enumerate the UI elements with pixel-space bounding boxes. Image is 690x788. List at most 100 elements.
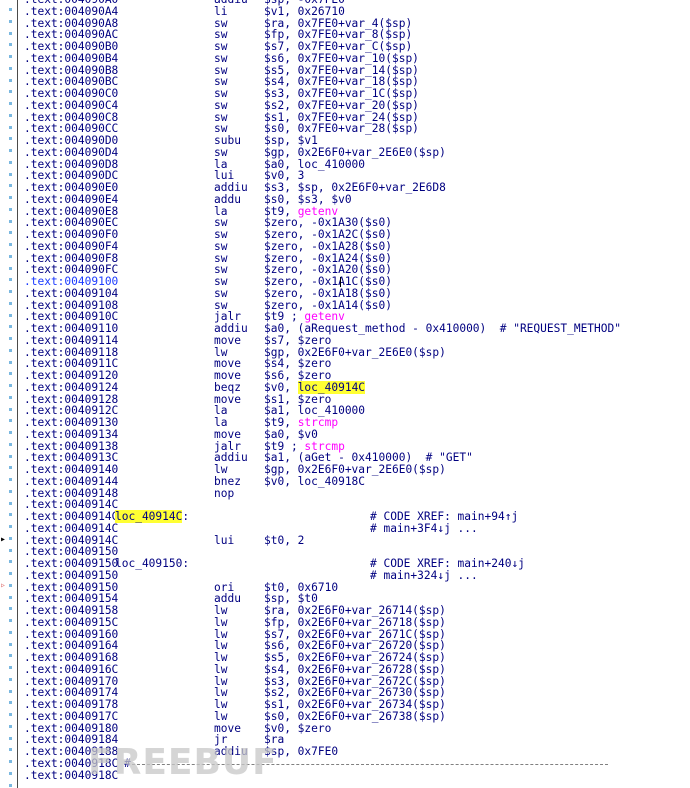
address[interactable]: .text:004090C4 bbox=[24, 99, 118, 112]
breakpoint-dot[interactable] bbox=[9, 513, 12, 517]
breakpoint-dot[interactable] bbox=[9, 278, 12, 282]
code-line[interactable]: .text:0040914C # main+3F4↓j ... bbox=[24, 522, 690, 535]
breakpoint-dot[interactable] bbox=[9, 149, 12, 152]
breakpoint-dot[interactable] bbox=[9, 454, 12, 458]
address[interactable]: .text:004090A4 bbox=[24, 5, 118, 18]
mnemonic[interactable]: lw bbox=[214, 464, 227, 476]
breakpoint-dot[interactable] bbox=[9, 572, 12, 575]
breakpoint-dot[interactable] bbox=[9, 783, 12, 787]
code-line[interactable]: .text:0040914C loc_40914C: # CODE XREF: ma… bbox=[24, 510, 690, 523]
breakpoint-dot[interactable] bbox=[9, 55, 12, 58]
code-line[interactable]: .text:00409150 # main+324↓j ... bbox=[24, 569, 690, 582]
address[interactable]: .text:00409158 bbox=[24, 605, 118, 617]
breakpoint-dot[interactable] bbox=[9, 666, 12, 669]
code-line[interactable]: .text:0040917C lw $s0, 0x2E6F0+var_26738($… bbox=[24, 710, 690, 723]
address[interactable]: .text:00409150 bbox=[24, 569, 118, 582]
mnemonic[interactable]: lw bbox=[214, 652, 227, 664]
breakpoint-dot[interactable] bbox=[9, 348, 12, 352]
code-label[interactable]: loc_409150: bbox=[115, 558, 189, 570]
code-line[interactable]: .text:0040911C move $s4, $zero bbox=[24, 358, 690, 370]
breakpoint-dot[interactable] bbox=[9, 172, 12, 176]
breakpoint-dot[interactable] bbox=[9, 219, 12, 223]
breakpoint-dot[interactable] bbox=[9, 43, 12, 47]
address[interactable]: .text:0040914C bbox=[24, 511, 118, 523]
address[interactable]: .text:00409120 bbox=[24, 370, 118, 382]
code-line[interactable]: .text:004090CC sw $s0, 0x7FE0+var_28($sp) bbox=[24, 123, 690, 135]
code-line[interactable]: .text:00409134 move $a0, $v0 bbox=[24, 428, 690, 441]
address[interactable]: .text:004090F0 bbox=[24, 229, 118, 241]
breakpoint-dot[interactable] bbox=[9, 419, 12, 423]
breakpoint-dot[interactable] bbox=[9, 736, 12, 740]
breakpoint-dot[interactable] bbox=[9, 290, 12, 293]
breakpoint-dot[interactable] bbox=[9, 548, 12, 552]
mnemonic[interactable]: sw bbox=[214, 41, 227, 53]
address[interactable]: .text:00409178 bbox=[24, 699, 118, 711]
breakpoint-dot[interactable] bbox=[9, 724, 12, 728]
breakpoint-dot[interactable] bbox=[9, 395, 12, 399]
mnemonic[interactable]: lw bbox=[214, 710, 227, 723]
breakpoint-dot[interactable] bbox=[9, 748, 12, 752]
code-line[interactable]: .text:00409180 move $v0, $zero bbox=[24, 722, 690, 735]
breakpoint-dot[interactable] bbox=[9, 313, 12, 317]
mnemonic[interactable]: addiu bbox=[214, 182, 248, 194]
code-line[interactable]: .text:00409144 bnez $v0, loc_40918C bbox=[24, 475, 690, 488]
mnemonic[interactable]: sw bbox=[214, 287, 227, 300]
breakpoint-dot[interactable] bbox=[9, 254, 12, 258]
breakpoint-dot[interactable] bbox=[9, 31, 12, 35]
breakpoint-dot[interactable] bbox=[9, 325, 12, 329]
code-line[interactable]: .text:00409118 lw $gp, 0x2E6F0+var_2E6E0($… bbox=[24, 346, 690, 359]
breakpoint-dot[interactable] bbox=[9, 560, 12, 564]
code-line[interactable]: .text:00409150 ori $t0, 0x6710 bbox=[24, 581, 690, 594]
breakpoint-dot[interactable] bbox=[9, 677, 12, 681]
mnemonic[interactable]: li bbox=[214, 5, 227, 18]
breakpoint-dot[interactable] bbox=[9, 90, 12, 94]
address[interactable]: .text:004090E4 bbox=[24, 193, 118, 206]
mnemonic[interactable]: lw bbox=[214, 699, 227, 711]
address[interactable]: .text:004090D0 bbox=[24, 135, 118, 147]
breakpoint-dot[interactable] bbox=[9, 384, 12, 387]
mnemonic[interactable]: beqz bbox=[214, 381, 241, 394]
code-line[interactable]: .text:004090E4 addu $s0, $s3, $v0 bbox=[24, 193, 690, 206]
mnemonic[interactable]: addu bbox=[214, 193, 241, 206]
code-label[interactable]: loc_40914C: bbox=[115, 510, 189, 523]
address[interactable]: .text:00409150 bbox=[24, 558, 118, 570]
breakpoint-dot[interactable] bbox=[9, 466, 12, 470]
breakpoint-dot[interactable] bbox=[9, 360, 12, 364]
code-line[interactable]: .text:00409110 addiu $a0, (aRequest_method… bbox=[24, 323, 690, 335]
mnemonic[interactable]: sw bbox=[214, 240, 227, 253]
mnemonic[interactable]: move bbox=[214, 370, 241, 382]
breakpoint-dot[interactable] bbox=[9, 536, 12, 540]
address[interactable]: .text:00409168 bbox=[24, 652, 118, 664]
breakpoint-dot[interactable] bbox=[9, 689, 12, 693]
address[interactable]: .text:004090F4 bbox=[24, 240, 118, 253]
address[interactable]: .text:0040915C bbox=[24, 616, 118, 629]
breakpoint-dot[interactable] bbox=[9, 125, 12, 129]
breakpoint-dot[interactable] bbox=[9, 442, 12, 446]
disassembly-listing[interactable]: .text:004090A0addiu$sp, -0x7FE0.text:004… bbox=[24, 0, 690, 781]
mnemonic[interactable]: move bbox=[214, 334, 241, 347]
mnemonic[interactable]: lui bbox=[214, 534, 234, 547]
address[interactable]: .text:004090B0 bbox=[24, 41, 118, 53]
mnemonic[interactable]: sw bbox=[214, 99, 227, 112]
address[interactable]: .text:00409124 bbox=[24, 381, 118, 394]
breakpoint-dot[interactable] bbox=[9, 196, 12, 199]
address[interactable]: .text:00409110 bbox=[24, 323, 118, 335]
breakpoint-dot[interactable] bbox=[9, 619, 12, 622]
address[interactable]: .text:0040914C bbox=[24, 522, 118, 535]
mnemonic[interactable]: bnez bbox=[214, 475, 241, 488]
breakpoint-dot[interactable] bbox=[9, 654, 12, 658]
breakpoint-dot[interactable] bbox=[9, 113, 12, 117]
mnemonic[interactable]: lw bbox=[214, 616, 227, 629]
code-line[interactable]: .text:00409150 loc_409150: # CODE XREF: ma… bbox=[24, 558, 690, 570]
operands[interactable]: $t0, 2 bbox=[264, 534, 304, 547]
breakpoint-dot[interactable] bbox=[9, 160, 12, 164]
address[interactable]: .text:004090E0 bbox=[24, 182, 118, 194]
breakpoint-dot[interactable] bbox=[9, 489, 12, 493]
address[interactable]: .text:0040916C bbox=[24, 663, 118, 676]
address[interactable]: .text:00409140 bbox=[24, 464, 118, 476]
breakpoint-dot[interactable] bbox=[9, 66, 12, 70]
address[interactable]: .text:00409144 bbox=[24, 475, 118, 488]
mnemonic[interactable]: sw bbox=[214, 229, 227, 241]
mnemonic[interactable]: sw bbox=[214, 52, 227, 65]
code-line[interactable]: .text:004090E0 addiu $s3, $sp, 0x2E6F0+var… bbox=[24, 182, 690, 194]
